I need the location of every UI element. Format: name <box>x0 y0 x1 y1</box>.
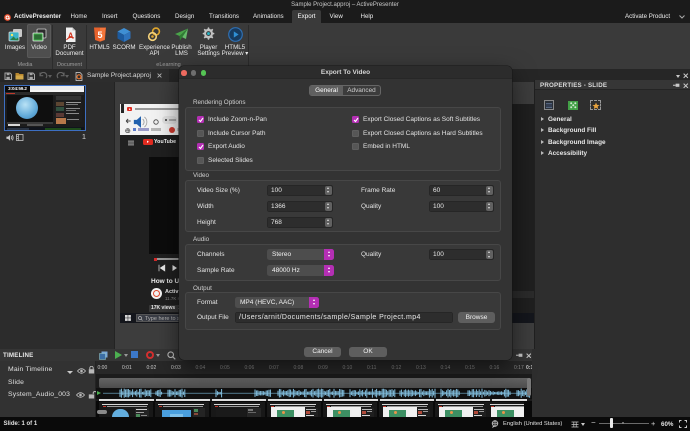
svg-text:A: A <box>68 32 74 41</box>
svg-text:5: 5 <box>97 30 102 40</box>
